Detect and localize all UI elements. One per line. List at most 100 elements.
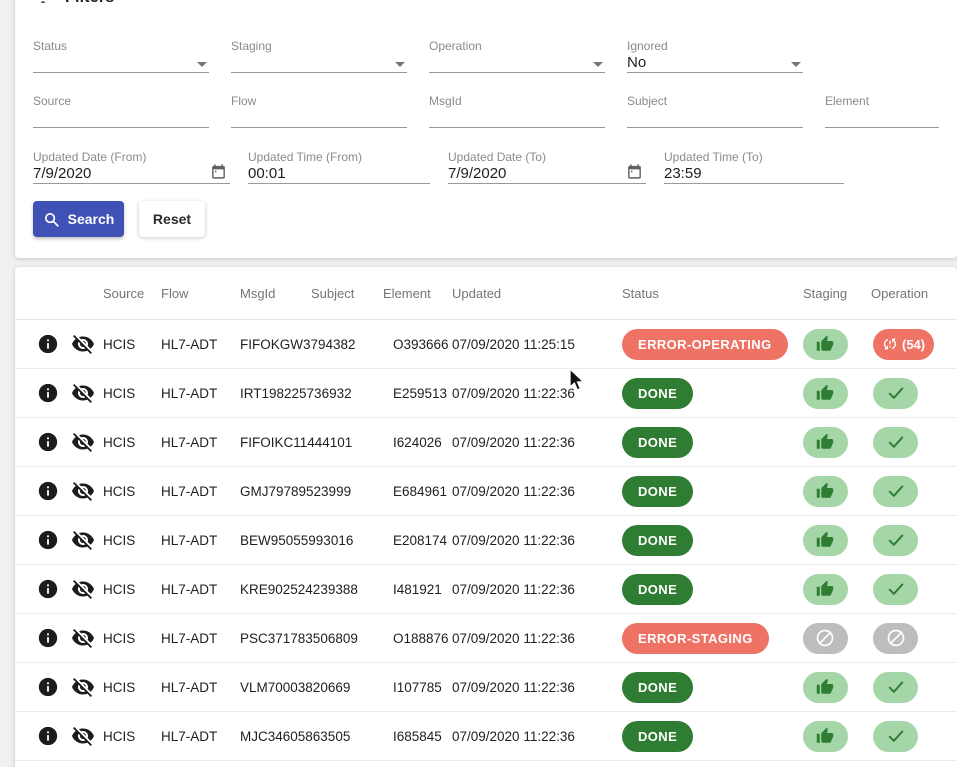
results-table: Source Flow MsgId Subject Element Update…	[15, 267, 957, 767]
cell-flow: HL7-ADT	[161, 729, 236, 744]
updated-time-to-field[interactable]: Updated Time (To)	[664, 150, 844, 184]
updated-date-from-field[interactable]: Updated Date (From)	[33, 150, 230, 184]
filter-list-icon	[33, 0, 53, 8]
eye-off-icon[interactable]	[65, 724, 101, 748]
staging-select[interactable]: Staging	[231, 39, 407, 73]
eye-off-icon[interactable]	[65, 675, 101, 699]
table-row: HCIS HL7-ADT PSC371783506809 O188876 07/…	[15, 614, 957, 663]
operation-label: Operation	[429, 39, 605, 55]
msgid-field[interactable]: MsgId	[429, 94, 605, 128]
cell-element: O188876	[379, 631, 446, 646]
cell-flow: HL7-ADT	[161, 484, 236, 499]
status-select[interactable]: Status	[33, 39, 209, 73]
cell-msgid: FIFOKGW3794382	[236, 337, 307, 352]
updated-date-from-input[interactable]	[33, 165, 230, 182]
cell-element: O393666	[379, 337, 446, 352]
info-icon[interactable]	[31, 382, 65, 404]
eye-off-icon[interactable]	[65, 479, 101, 503]
chevron-down-icon	[395, 62, 405, 67]
operation-check-icon[interactable]	[873, 672, 918, 703]
filter-row-3: Updated Date (From) Updated Time (From) …	[33, 150, 939, 184]
msgid-label: MsgId	[429, 94, 605, 110]
table-row: HCIS HL7-ADT FIFOKGW3794382 O393666 07/0…	[15, 320, 957, 369]
source-label: Source	[33, 94, 209, 110]
column-header-staging: Staging	[791, 286, 859, 301]
cell-updated: 07/09/2020 11:22:36	[446, 729, 618, 744]
info-icon[interactable]	[31, 578, 65, 600]
cell-source: HCIS	[101, 386, 161, 401]
search-button[interactable]: Search	[33, 201, 124, 237]
staging-thumb-up-icon[interactable]	[803, 672, 848, 703]
subject-field[interactable]: Subject	[627, 94, 803, 128]
eye-off-icon[interactable]	[65, 528, 101, 552]
eye-off-icon[interactable]	[65, 626, 101, 650]
eye-off-icon[interactable]	[65, 577, 101, 601]
operation-check-icon[interactable]	[873, 427, 918, 458]
staging-thumb-up-icon[interactable]	[803, 574, 848, 605]
operation-check-icon[interactable]	[873, 721, 918, 752]
updated-time-from-input[interactable]	[248, 165, 430, 182]
cell-msgid: FIFOIKC11444101	[236, 435, 307, 450]
info-icon[interactable]	[31, 431, 65, 453]
status-badge: DONE	[622, 476, 693, 507]
info-icon[interactable]	[31, 725, 65, 747]
info-icon[interactable]	[31, 529, 65, 551]
updated-date-to-field[interactable]: Updated Date (To)	[448, 150, 646, 184]
operation-check-icon[interactable]	[873, 476, 918, 507]
cell-flow: HL7-ADT	[161, 631, 236, 646]
table-header-row: Source Flow MsgId Subject Element Update…	[15, 267, 957, 320]
element-field[interactable]: Element	[825, 94, 939, 128]
table-row: HCIS HL7-ADT IRT198225736932 E259513 07/…	[15, 369, 957, 418]
operation-blocked-icon[interactable]	[873, 623, 918, 654]
cell-flow: HL7-ADT	[161, 582, 236, 597]
eye-off-icon[interactable]	[65, 430, 101, 454]
info-icon[interactable]	[31, 333, 65, 355]
info-icon[interactable]	[31, 627, 65, 649]
operation-select[interactable]: Operation	[429, 39, 605, 73]
updated-time-from-label: Updated Time (From)	[248, 150, 430, 166]
source-field[interactable]: Source	[33, 94, 209, 128]
panel-title: Filters	[65, 0, 114, 7]
staging-thumb-up-icon[interactable]	[803, 378, 848, 409]
operation-check-icon[interactable]	[873, 525, 918, 556]
source-input[interactable]	[33, 109, 209, 126]
operation-check-icon[interactable]	[873, 574, 918, 605]
staging-thumb-up-icon[interactable]	[803, 721, 848, 752]
chevron-down-icon	[197, 62, 207, 67]
flow-input[interactable]	[231, 109, 407, 126]
updated-time-to-input[interactable]	[664, 165, 844, 182]
msgid-input[interactable]	[429, 109, 605, 126]
staging-thumb-up-icon[interactable]	[803, 427, 848, 458]
ignored-label: Ignored	[627, 39, 803, 55]
subject-label: Subject	[627, 94, 803, 110]
reset-button-label: Reset	[153, 211, 191, 227]
cell-source: HCIS	[101, 729, 161, 744]
subject-input[interactable]	[627, 109, 803, 126]
search-icon	[43, 211, 60, 228]
column-header-status: Status	[618, 286, 791, 301]
staging-blocked-icon[interactable]	[803, 623, 848, 654]
cell-element: E684961	[379, 484, 446, 499]
staging-thumb-up-icon[interactable]	[803, 525, 848, 556]
status-badge: ERROR-OPERATING	[622, 329, 788, 360]
eye-off-icon[interactable]	[65, 381, 101, 405]
operation-check-icon[interactable]	[873, 378, 918, 409]
eye-off-icon[interactable]	[65, 332, 101, 356]
updated-date-to-input[interactable]	[448, 165, 646, 182]
calendar-icon[interactable]	[626, 163, 643, 180]
updated-time-from-field[interactable]: Updated Time (From)	[248, 150, 430, 184]
info-icon[interactable]	[31, 676, 65, 698]
element-input[interactable]	[825, 109, 939, 126]
element-label: Element	[825, 94, 939, 110]
flow-field[interactable]: Flow	[231, 94, 407, 128]
filter-row-1: Status Staging Operation Ignored No	[33, 39, 939, 73]
operation-retry-button[interactable]: (54)	[873, 329, 934, 360]
cell-source: HCIS	[101, 484, 161, 499]
staging-thumb-up-icon[interactable]	[803, 329, 848, 360]
calendar-icon[interactable]	[210, 163, 227, 180]
reset-button[interactable]: Reset	[139, 201, 205, 237]
info-icon[interactable]	[31, 480, 65, 502]
updated-date-to-label: Updated Date (To)	[448, 150, 646, 166]
staging-thumb-up-icon[interactable]	[803, 476, 848, 507]
ignored-select[interactable]: Ignored No	[627, 39, 803, 73]
